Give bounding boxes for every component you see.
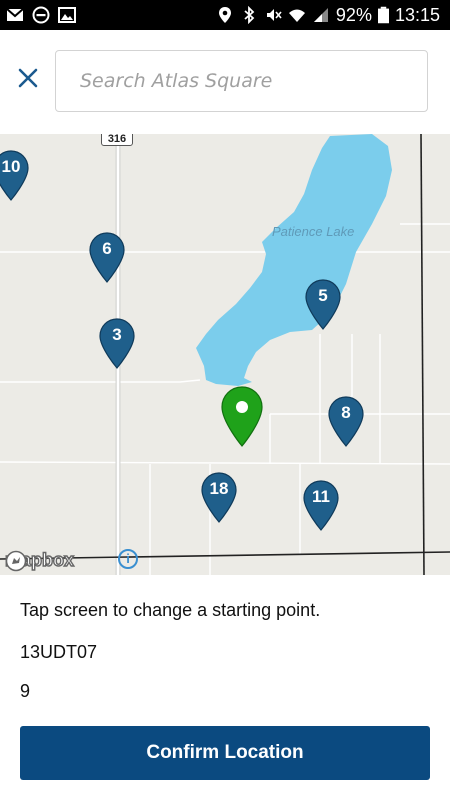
map-pin-8[interactable]: 8 [327,396,371,448]
pin-label: 10 [1,157,21,176]
map-pin-3[interactable]: 3 [98,318,142,370]
pin-label: 5 [318,286,328,305]
search-header [0,30,450,134]
mute-icon [266,9,282,21]
mapbox-icon [5,550,27,572]
pin-label: 18 [209,479,229,498]
close-icon[interactable] [14,64,42,92]
patience-lake [196,134,392,386]
signal-icon [313,8,328,22]
status-bar: 92% 13:15 [0,0,450,30]
map-pin-11[interactable]: 11 [302,480,346,532]
location-marker-icon [221,386,263,447]
boundary-vertical [420,134,425,575]
map-pin-5[interactable]: 5 [304,279,348,331]
pin-label: 11 [312,487,330,506]
info-icon[interactable]: i [118,549,138,569]
notification-icons [6,6,76,24]
gmail-icon [6,8,24,21]
battery-percent: 92% [335,5,372,25]
pin-label: 6 [102,239,112,258]
point-count: 9 [20,681,31,701]
wifi-icon [288,9,305,22]
instruction-text: Tap screen to change a starting point. [20,600,321,620]
square-code: 13UDT07 [20,642,98,662]
confirm-location-button[interactable]: Confirm Location [20,726,430,780]
map-pin-18[interactable]: 18 [200,472,244,524]
selected-location-pin[interactable] [220,386,264,448]
map-pin-10[interactable]: 10 [0,150,36,202]
mapbox-logo[interactable]: mapbox [4,549,75,572]
highway-shield: 316 [101,134,133,146]
lake-label: Patience Lake [272,224,355,239]
bluetooth-icon [244,6,255,24]
location-icon [218,7,231,23]
map-view[interactable]: 316 Patience Lake 10 6 5 3 8 18 11 mapbo… [0,134,450,575]
pin-label: 3 [112,325,122,344]
clock: 13:15 [394,5,440,25]
pin-label: 8 [341,403,351,422]
map-pin-6[interactable]: 6 [88,232,132,284]
search-input[interactable] [55,50,428,112]
system-status: 92% 13:15 [216,4,440,26]
image-icon [58,7,76,23]
do-not-disturb-icon [32,6,50,24]
battery-icon [377,6,389,24]
